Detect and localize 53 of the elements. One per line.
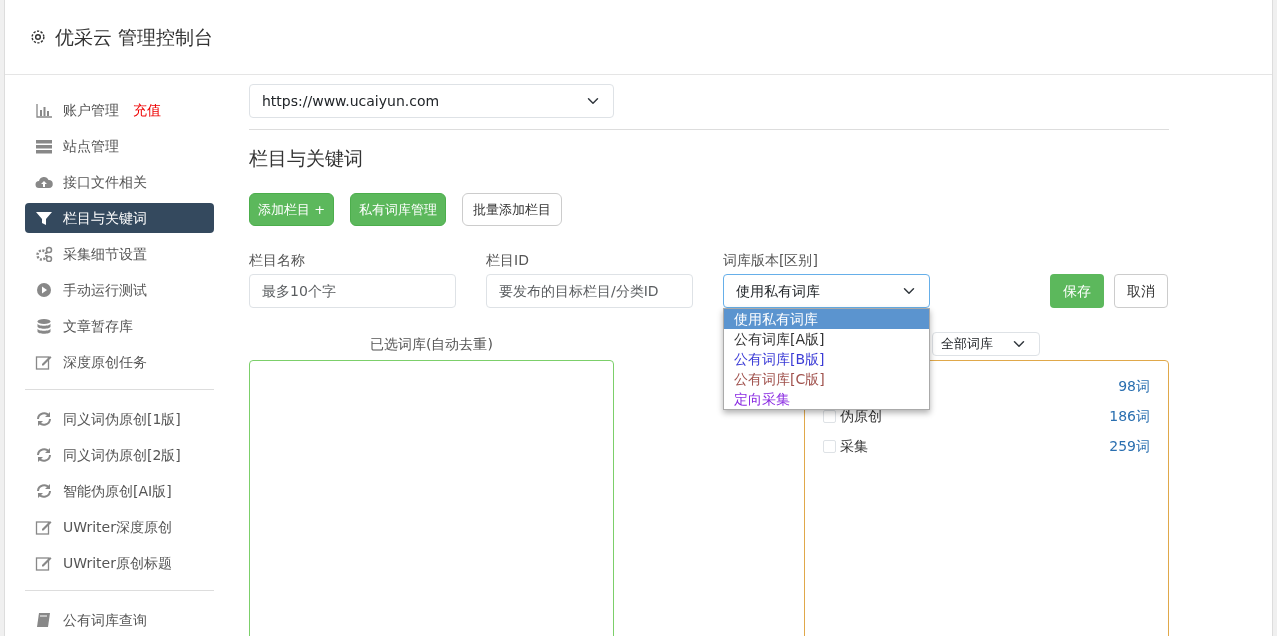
dropdown-option[interactable]: 公有词库[C版]: [724, 369, 929, 389]
library-select[interactable]: 使用私有词库: [723, 274, 930, 308]
recharge-link[interactable]: 充值: [133, 99, 161, 121]
filter-icon: [35, 210, 53, 226]
sidebar-item[interactable]: 文章暂存库: [25, 311, 214, 341]
edit-icon: [35, 519, 53, 535]
site-select[interactable]: https://www.ucaiyun.com: [249, 84, 614, 118]
app-title: 优采云 管理控制台: [55, 24, 214, 50]
word-count: 259词: [1109, 436, 1150, 456]
cloud-upload-icon: [35, 174, 53, 190]
library-filter[interactable]: 全部词库: [932, 332, 1040, 356]
refresh-icon: [35, 483, 53, 499]
button[interactable]: 批量添加栏目: [462, 192, 563, 226]
sidebar-item[interactable]: 公有词库查询: [25, 605, 214, 635]
field-label: 栏目名称: [249, 251, 306, 270]
word-count: 98词: [1118, 376, 1150, 396]
play-icon: [35, 282, 53, 298]
sidebar-item[interactable]: 栏目与关键词: [25, 203, 214, 233]
sidebar-item[interactable]: 同义词伪原创[2版]: [25, 440, 214, 470]
refresh-icon: [35, 447, 53, 463]
sidebar-item[interactable]: UWriter原创标题: [25, 548, 214, 578]
item-label: 账户管理: [63, 100, 119, 120]
edit-icon: [35, 555, 53, 571]
checkbox[interactable]: [823, 439, 836, 453]
edit-icon: [35, 354, 53, 370]
sidebar-item[interactable]: UWriter深度原创: [25, 512, 214, 542]
sidebar-item[interactable]: 账户管理 充值: [25, 95, 214, 125]
library-name: 伪原创: [840, 406, 882, 426]
section-heading: 栏目与关键词: [249, 146, 364, 171]
bar-chart-icon: [35, 102, 53, 118]
sidebar-item[interactable]: 采集细节设置: [25, 239, 214, 269]
sidebar-item[interactable]: 智能伪原创[AI版]: [25, 476, 214, 506]
dropdown-option[interactable]: 公有词库[B版]: [724, 349, 929, 369]
server-icon: [35, 138, 53, 154]
cancel-button[interactable]: 取消: [1114, 274, 1168, 308]
library-name: 采集: [840, 436, 868, 456]
word-count: 186词: [1109, 406, 1150, 426]
sidebar-item[interactable]: 深度原创任务: [25, 347, 214, 377]
text-field[interactable]: 最多10个字: [249, 274, 456, 308]
book-icon: [35, 612, 53, 628]
database-icon: [35, 318, 53, 334]
dropdown-option[interactable]: 公有词库[A版]: [724, 329, 929, 349]
panel-title: 已选词库(自动去重): [370, 335, 493, 354]
sidebar-item[interactable]: 接口文件相关: [25, 167, 214, 197]
gear-icon: [29, 28, 47, 46]
field-label: 词库版本[区别]: [723, 251, 819, 270]
dropdown-option[interactable]: 定向采集: [724, 389, 929, 409]
text-field[interactable]: 要发布的目标栏目/分类ID: [486, 274, 693, 308]
refresh-icon: [35, 411, 53, 427]
sidebar-item[interactable]: 手动运行测试: [25, 275, 214, 305]
sidebar-item[interactable]: 站点管理: [25, 131, 214, 161]
sidebar-item[interactable]: 同义词伪原创[1版]: [25, 404, 214, 434]
field-label: 栏目ID: [486, 251, 530, 270]
